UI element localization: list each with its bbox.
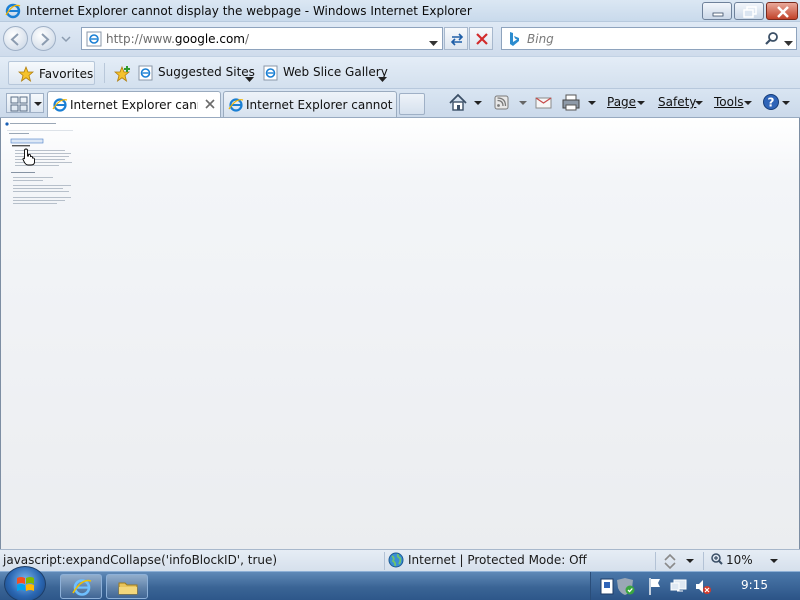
navigation-bar: http://www.google.com/ Bing <box>0 22 800 56</box>
mail-icon <box>535 97 552 109</box>
tab-list-dropdown[interactable] <box>30 93 44 113</box>
ie-icon <box>52 97 68 116</box>
ie-icon <box>5 3 21 22</box>
forward-button[interactable] <box>31 26 56 51</box>
page-thumbnail <box>5 122 75 206</box>
page-menu[interactable]: Page <box>607 89 655 117</box>
compatibility-icon <box>664 553 676 570</box>
page-content <box>0 118 800 549</box>
restore-button[interactable] <box>734 2 764 20</box>
quick-tabs-icon <box>10 96 28 112</box>
feeds-button[interactable] <box>492 89 530 117</box>
volume-muted-icon[interactable] <box>696 580 711 594</box>
zone-text: Internet | Protected Mode: Off <box>408 553 587 567</box>
windows-start-icon <box>17 577 34 591</box>
tab-active[interactable]: Internet Explorer cann... <box>47 91 221 117</box>
page-icon <box>86 31 102 50</box>
stop-icon <box>476 33 488 45</box>
chevron-down-icon[interactable] <box>378 72 387 86</box>
favorites-button[interactable]: Favorites <box>8 61 95 85</box>
print-button[interactable] <box>560 89 600 117</box>
quick-tabs-button[interactable] <box>6 93 30 113</box>
security-shield-icon[interactable] <box>617 578 635 595</box>
url-prefix: http://www. <box>106 32 175 46</box>
suggested-sites-label: Suggested Sites <box>158 65 255 79</box>
recent-pages-dropdown[interactable] <box>61 33 71 47</box>
star-icon <box>17 65 35 85</box>
web-slice-gallery-label: Web Slice Gallery <box>283 65 388 79</box>
clock[interactable]: 9:15 <box>741 578 768 592</box>
taskbar: 9:15 <box>0 566 800 600</box>
chevron-down-icon[interactable] <box>769 558 779 566</box>
ie-icon <box>228 97 244 116</box>
search-icon[interactable] <box>764 31 780 50</box>
ie-icon <box>72 579 92 596</box>
ie-page-icon <box>263 65 279 84</box>
taskbar-windows-explorer[interactable] <box>106 574 148 599</box>
back-button[interactable] <box>3 26 28 51</box>
add-favorite-icon[interactable] <box>113 65 132 86</box>
close-tab-icon[interactable] <box>205 98 215 112</box>
start-button[interactable] <box>4 566 46 600</box>
window-title: Internet Explorer cannot display the web… <box>26 4 472 18</box>
divider <box>384 552 385 570</box>
taskbar-internet-explorer[interactable] <box>60 574 102 599</box>
new-tab-button[interactable] <box>399 93 425 115</box>
status-text: javascript:expandCollapse('infoBlockID',… <box>3 553 278 567</box>
refresh-button[interactable] <box>444 27 468 50</box>
tab-bar: Internet Explorer cann... Internet Explo… <box>0 88 800 118</box>
ie-page-icon <box>138 65 154 84</box>
help-icon: ? <box>763 94 779 110</box>
network-icon[interactable] <box>670 579 687 592</box>
language-icon[interactable] <box>600 578 614 595</box>
zoom-icon <box>711 553 723 565</box>
mail-button[interactable] <box>534 89 554 117</box>
search-box[interactable]: Bing <box>501 27 797 50</box>
forward-icon <box>41 33 50 46</box>
globe-icon <box>388 552 404 568</box>
back-icon <box>10 33 19 46</box>
search-options-dropdown[interactable] <box>784 36 793 50</box>
system-tray: 9:15 <box>590 572 800 600</box>
zoom-control[interactable]: 10% <box>710 552 778 571</box>
url-suffix: / <box>245 32 250 46</box>
chevron-down-icon[interactable] <box>245 72 254 86</box>
safety-menu[interactable]: Safety <box>658 89 710 117</box>
favorites-label: Favorites <box>39 67 94 81</box>
compatibility-button[interactable] <box>662 553 696 572</box>
svg-text:?: ? <box>768 96 775 110</box>
folder-icon <box>118 582 138 595</box>
tab-inactive[interactable]: Internet Explorer cannot d... <box>223 91 397 117</box>
hand-cursor-icon <box>22 148 36 169</box>
address-bar[interactable]: http://www.google.com/ <box>81 27 443 50</box>
tab-label: Internet Explorer cannot d... <box>246 98 394 112</box>
refresh-icon <box>450 33 464 46</box>
feeds-icon <box>494 95 509 110</box>
help-button[interactable]: ? <box>762 89 798 117</box>
print-icon <box>562 94 580 111</box>
home-icon <box>449 93 467 111</box>
security-zone[interactable]: Internet | Protected Mode: Off <box>388 552 587 571</box>
zoom-level: 10% <box>726 553 753 567</box>
divider <box>703 552 704 570</box>
search-placeholder: Bing <box>527 32 554 46</box>
divider <box>655 552 656 570</box>
error-page-miniature <box>5 122 73 204</box>
tools-menu[interactable]: Tools <box>714 89 760 117</box>
close-button[interactable] <box>766 2 798 20</box>
address-dropdown-icon[interactable] <box>429 36 438 50</box>
address-url[interactable]: http://www.google.com/ <box>106 32 249 46</box>
status-bar: javascript:expandCollapse('infoBlockID',… <box>0 549 800 571</box>
stop-button[interactable] <box>469 27 493 50</box>
title-bar: Internet Explorer cannot display the web… <box>0 0 800 22</box>
tab-label: Internet Explorer cann... <box>70 98 198 112</box>
action-center-flag-icon[interactable] <box>649 578 660 595</box>
bing-icon <box>507 31 521 50</box>
url-domain: google.com <box>174 32 245 46</box>
home-button[interactable] <box>446 89 486 117</box>
favorites-bar: Favorites Suggested Sites Web Slice Gall… <box>0 56 800 88</box>
minimize-button[interactable] <box>702 2 732 20</box>
divider <box>104 63 105 83</box>
